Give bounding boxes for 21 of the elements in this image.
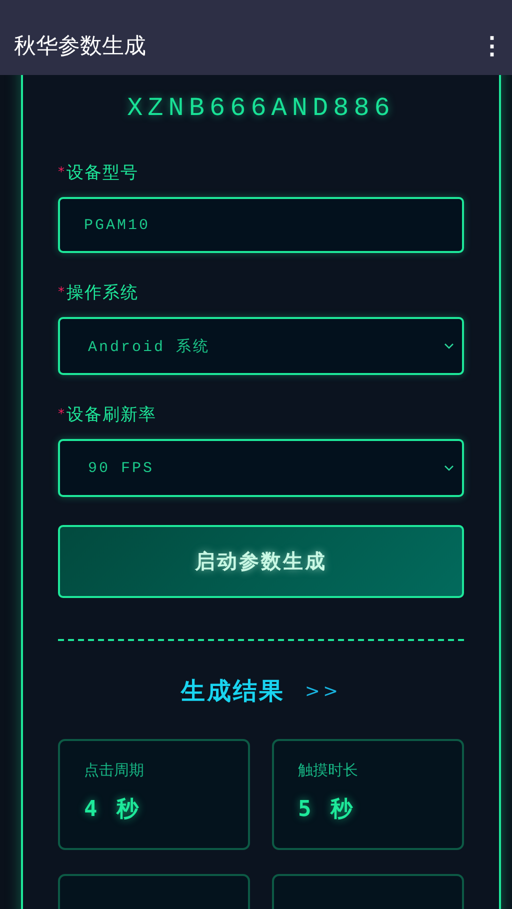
chevron-down-icon xyxy=(444,343,454,349)
field-label: 设备刷新率 xyxy=(66,404,156,426)
required-mark: * xyxy=(58,284,64,300)
field-label: 设备型号 xyxy=(66,162,138,184)
field-label: 操作系统 xyxy=(66,282,138,304)
code-text: XZNB666AND886 xyxy=(126,93,396,123)
result-label: 点击周期 xyxy=(84,761,145,780)
input-field[interactable]: PGAM10 xyxy=(58,197,464,253)
app-title: 秋华参数生成 xyxy=(14,33,146,61)
chevron-down-icon xyxy=(444,465,454,471)
result-label: 触摸时长 xyxy=(298,761,359,780)
select-field[interactable]: Android 系统 xyxy=(58,317,464,375)
menu-button[interactable]: ⋮ xyxy=(476,33,508,61)
select-field[interactable]: 90 FPS xyxy=(58,439,464,497)
required-mark: * xyxy=(58,406,64,422)
arrow-text: >> xyxy=(304,680,342,702)
results-heading: 生成结果 xyxy=(180,676,285,707)
required-mark: * xyxy=(58,164,64,180)
result-value: 4 秒 xyxy=(84,796,142,824)
result-value: 5 秒 xyxy=(298,796,356,824)
generate-button[interactable]: 启动参数生成 xyxy=(58,525,464,598)
